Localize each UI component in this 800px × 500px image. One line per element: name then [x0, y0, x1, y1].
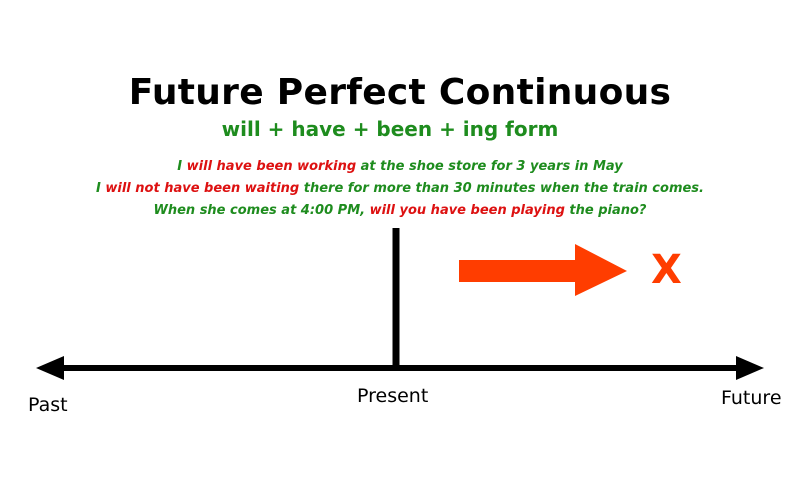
- past-label: Past: [28, 394, 68, 416]
- future-point-x-marker: X: [651, 247, 682, 293]
- future-label: Future: [721, 387, 782, 409]
- timeline-axis: [36, 356, 764, 380]
- future-arrowhead: [736, 356, 764, 380]
- present-label: Present: [357, 385, 429, 407]
- forward-arrow: [459, 244, 627, 296]
- past-arrowhead: [36, 356, 64, 380]
